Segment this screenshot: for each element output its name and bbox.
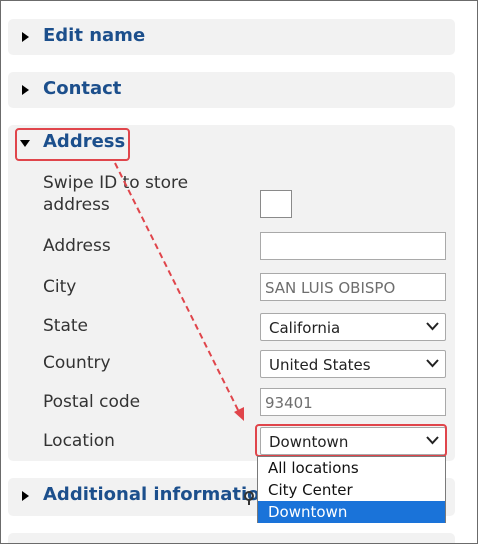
location-option-city-center[interactable]: City Center xyxy=(258,479,445,501)
location-option-downtown[interactable]: Downtown xyxy=(258,501,445,523)
location-dropdown-list: All locations City Center Downtown xyxy=(257,456,446,523)
browser-frame: Edit name Contact Address Swipe ID to st… xyxy=(0,0,478,544)
location-option-all[interactable]: All locations xyxy=(258,457,445,479)
